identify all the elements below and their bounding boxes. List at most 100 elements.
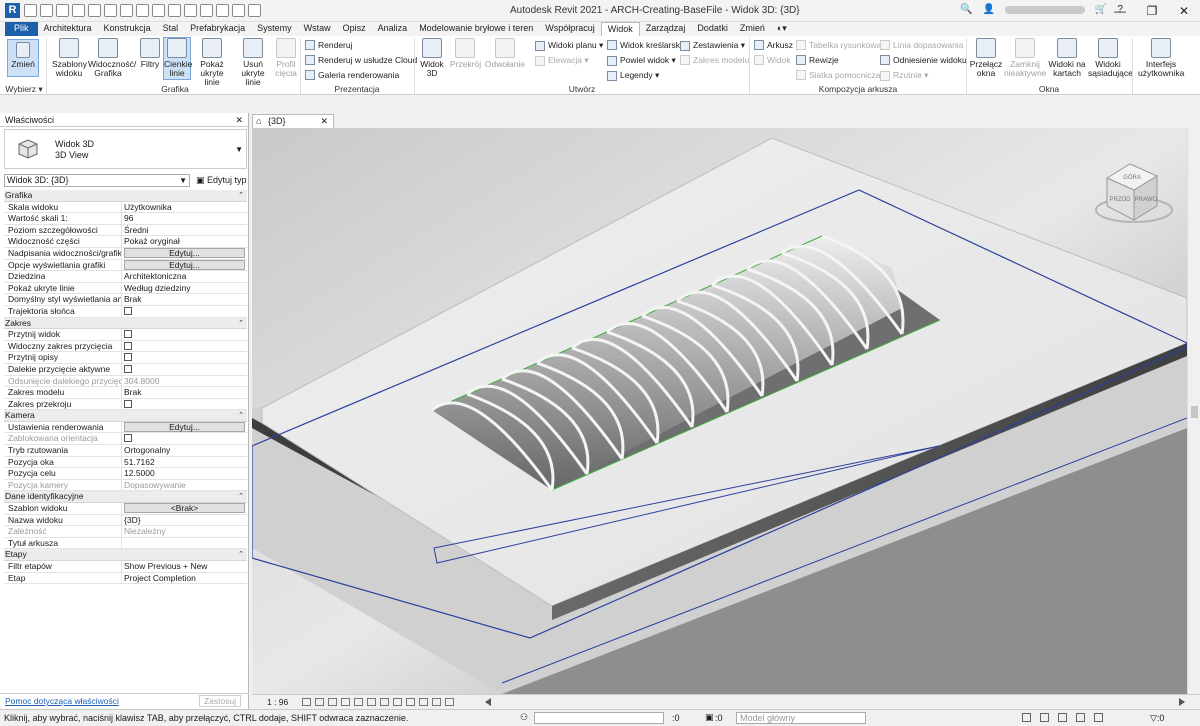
edit-button[interactable]: <Brak>	[124, 503, 245, 514]
scroll-left-arrow-icon[interactable]	[485, 698, 491, 706]
measure-icon[interactable]	[120, 4, 133, 17]
shadows-icon[interactable]	[341, 698, 350, 706]
property-value[interactable]: Edytuj...	[122, 247, 247, 259]
checkbox[interactable]	[124, 306, 132, 315]
close-icon[interactable]: ✕	[320, 115, 328, 128]
scope-box-button[interactable]: Zakres modelu	[680, 55, 749, 65]
property-value[interactable]: 96	[122, 213, 247, 224]
view-tab-3d[interactable]: ⌂ {3D} ✕	[252, 114, 334, 128]
property-value[interactable]: Brak	[122, 387, 247, 398]
tab-opisz[interactable]: Opisz	[337, 22, 372, 36]
render-button[interactable]: Renderuj	[305, 40, 353, 50]
save-icon[interactable]	[40, 4, 53, 17]
checkbox[interactable]	[124, 364, 132, 373]
tab-extra-toggle[interactable]: ◐▾	[771, 22, 793, 36]
select-by-face-icon[interactable]	[1076, 713, 1085, 722]
view-reference-button[interactable]: Odniesienie widoku	[880, 55, 967, 65]
property-value[interactable]: Ortogonalny	[122, 445, 247, 456]
render-gallery-button[interactable]: Galeria renderowania	[305, 70, 399, 80]
drag-elements-icon[interactable]	[1094, 713, 1103, 722]
title-block-button[interactable]: Tabelka rysunkowa	[796, 40, 881, 50]
model-canvas[interactable]: GÓRA PRZÓD PRAWO	[252, 128, 1187, 694]
property-value[interactable]: 51.7162	[122, 457, 247, 468]
instance-filter-dropdown[interactable]: Widok 3D: {3D} ▼	[4, 174, 190, 187]
guide-grid-button[interactable]: Siatka pomocnicza	[796, 70, 880, 80]
edit-button[interactable]: Edytuj...	[124, 421, 245, 432]
panel-select-label[interactable]: Wybierz ▾	[4, 84, 44, 95]
property-value[interactable]: <Brak>	[122, 503, 247, 514]
property-group-header[interactable]: Kamera ⌃	[4, 410, 247, 422]
collapse-icon[interactable]: ⌃	[238, 318, 244, 329]
visibility-graphics-button[interactable]: Widoczność/ Grafika	[88, 38, 136, 78]
workset-dropdown[interactable]	[534, 712, 664, 724]
property-value[interactable]	[122, 329, 247, 340]
detail-level-icon[interactable]	[302, 698, 311, 706]
filters-button[interactable]: Filtry	[138, 38, 162, 69]
legends-button[interactable]: Legendy ▾	[607, 70, 659, 81]
temp-hide-icon[interactable]	[406, 698, 415, 706]
property-group-header[interactable]: Grafika ⌃	[4, 190, 247, 202]
plan-views-button[interactable]: Widoki planu ▾	[535, 40, 603, 51]
scrollbar-thumb[interactable]	[1191, 406, 1198, 418]
drafting-view-button[interactable]: Widok kreślarski	[607, 40, 682, 50]
checkbox[interactable]	[124, 330, 132, 339]
scroll-right-arrow-icon[interactable]	[1179, 698, 1185, 706]
collapse-icon[interactable]: ⌃	[238, 190, 244, 201]
vertical-scrollbar[interactable]	[1187, 128, 1200, 694]
property-value[interactable]: Show Previous + New	[122, 561, 247, 572]
undo-icon[interactable]	[72, 4, 85, 17]
tab-analiza[interactable]: Analiza	[372, 22, 414, 36]
tab-systemy[interactable]: Systemy	[251, 22, 298, 36]
collapse-icon[interactable]: ⌃	[238, 410, 244, 421]
view-scale[interactable]: 1 : 96	[267, 697, 288, 707]
tab-widok[interactable]: Widok	[600, 22, 640, 36]
collapse-icon[interactable]: ⌃	[238, 549, 244, 560]
tab-wspolpracuj[interactable]: Współpracuj	[539, 22, 601, 36]
tab-modelowanie[interactable]: Modelowanie bryłowe i teren	[413, 22, 539, 36]
type-selector[interactable]: Widok 3D 3D View ▼	[4, 129, 247, 169]
close-inactive-button[interactable]: Zamknij nieaktywne	[1004, 38, 1047, 78]
property-value[interactable]: Architektoniczna	[122, 271, 247, 282]
property-value[interactable]: Edytuj...	[122, 421, 247, 433]
show-hidden-lines-button[interactable]: Pokaż ukryte linie	[193, 38, 231, 87]
worksharing-icon[interactable]	[432, 698, 441, 706]
property-value[interactable]	[122, 341, 247, 352]
tab-dodatki[interactable]: Dodatki	[691, 22, 734, 36]
text-icon[interactable]	[168, 4, 181, 17]
cut-profile-button[interactable]: Profil cięcia	[274, 38, 298, 78]
property-value[interactable]	[122, 399, 247, 410]
search-icon[interactable]: 🔍	[960, 4, 972, 15]
property-group-header[interactable]: Etapy ⌃	[4, 549, 247, 561]
tab-konstrukcja[interactable]: Konstrukcja	[98, 22, 157, 36]
close-button[interactable]: ✕	[1168, 0, 1200, 22]
elevation-button[interactable]: Elewacja ▾	[535, 55, 589, 66]
viewports-button[interactable]: Rzutnie ▾	[880, 70, 928, 81]
sun-path-icon[interactable]	[328, 698, 337, 706]
select-underlay-icon[interactable]	[1040, 713, 1049, 722]
property-value[interactable]: Brak	[122, 294, 247, 305]
property-value[interactable]: Project Completion	[122, 573, 247, 584]
tab-zmien[interactable]: Zmień	[734, 22, 771, 36]
minimize-button[interactable]: —	[1104, 0, 1136, 22]
lock-3d-icon[interactable]	[393, 698, 402, 706]
design-option-dropdown[interactable]: Model główny	[736, 712, 866, 724]
property-value[interactable]: 12.5000	[122, 468, 247, 479]
close-icon[interactable]: ✕	[235, 113, 243, 127]
select-links-icon[interactable]	[1022, 713, 1031, 722]
select-pinned-icon[interactable]	[1058, 713, 1067, 722]
sync-icon[interactable]	[56, 4, 69, 17]
tab-architektura[interactable]: Architektura	[38, 22, 98, 36]
property-value[interactable]: Średni	[122, 225, 247, 236]
horizontal-scrollbar[interactable]	[485, 697, 1185, 707]
redo-icon[interactable]	[88, 4, 101, 17]
design-options-icon[interactable]: ▣	[705, 712, 714, 723]
schedules-button[interactable]: Zestawienia ▾	[680, 40, 745, 51]
checkbox[interactable]	[124, 341, 132, 350]
tab-views-button[interactable]: Widoki na kartach	[1047, 38, 1087, 78]
crop-view-icon[interactable]	[367, 698, 376, 706]
reveal-hidden-icon[interactable]	[419, 698, 428, 706]
crop-region-icon[interactable]	[380, 698, 389, 706]
place-view-button[interactable]: Widok	[754, 55, 791, 65]
switch-windows-icon[interactable]	[248, 4, 261, 17]
tab-stal[interactable]: Stal	[157, 22, 185, 36]
